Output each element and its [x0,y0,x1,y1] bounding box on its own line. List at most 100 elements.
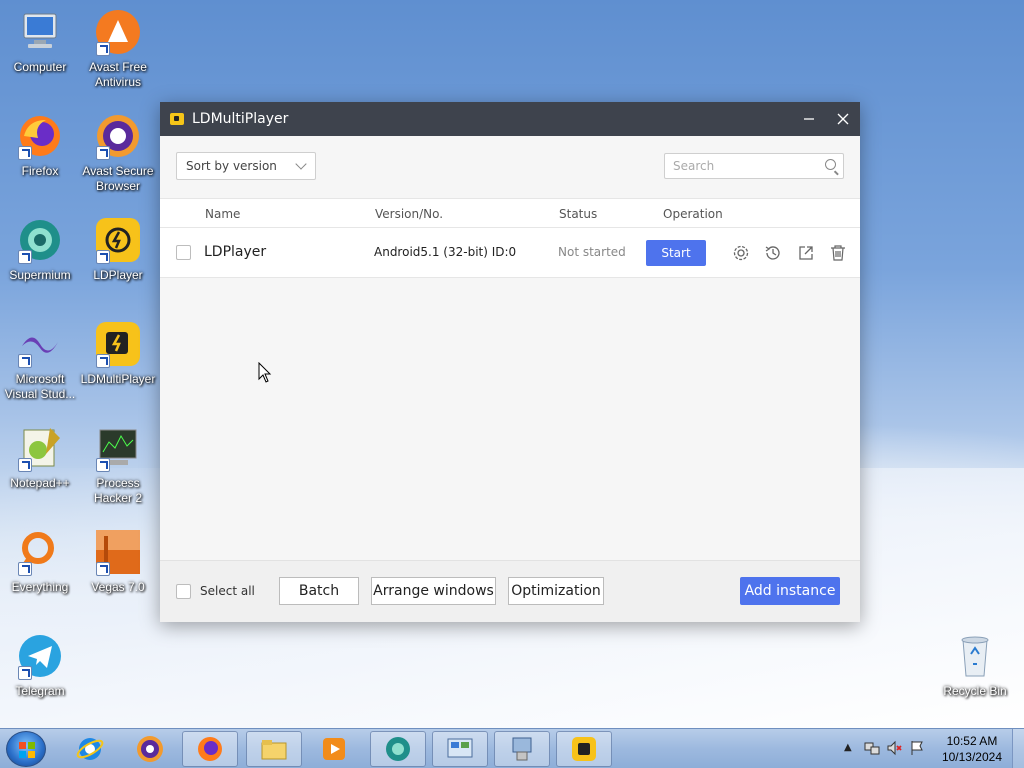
desktop-icon-label: Everything [11,580,69,594]
search-input[interactable] [665,154,815,178]
desktop-icon-label: Avast Free Antivirus [89,60,147,89]
mouse-cursor-icon [258,361,272,388]
taskbar: ▲ 10:52 AM 10/13/2024 [0,728,1024,768]
desktop-icon-avast[interactable]: Avast Free Antivirus [78,8,158,90]
system-tray: ▲ 10:52 AM 10/13/2024 [834,729,1024,768]
firefox-icon [16,112,64,160]
desktop-icon-visual-studio[interactable]: Microsoft Visual Stud... [0,320,80,402]
add-instance-button[interactable]: Add instance [740,577,840,605]
desktop-icon-telegram[interactable]: Telegram [0,632,80,699]
desktop-icon-vegas[interactable]: Vegas 7.0 [78,528,158,595]
firefox-icon [198,737,222,761]
avast-browser-icon [94,112,142,160]
column-name: Name [205,207,241,221]
desktop-icon-everything[interactable]: Everything [0,528,80,595]
desktop-icon-label: Avast Secure Browser [82,164,154,193]
desktop-icon-ldmultiplayer[interactable]: LDMultiPlayer [78,320,158,387]
arrange-windows-button[interactable]: Arrange windows [371,577,496,605]
desktop-icon-label: LDMultiPlayer [80,372,156,386]
desktop-icon-label: Computer [13,60,67,74]
desktop-icon-recycle-bin[interactable]: Recycle Bin [935,632,1015,699]
instance-status: Not started [558,245,626,259]
select-all-checkbox[interactable] [176,584,191,599]
process-hacker-icon [94,424,142,472]
volume-muted-icon[interactable] [886,740,902,760]
taskbar-internet-explorer[interactable] [62,731,118,767]
avast-browser-icon [137,736,163,762]
desktop-icon-label: Notepad++ [10,476,70,490]
media-player-icon [323,738,345,760]
desktop-icon-label: Process Hacker 2 [93,476,143,505]
action-center-flag-icon[interactable] [910,740,924,760]
row-checkbox[interactable] [176,245,191,260]
desktop-icon-avast-browser[interactable]: Avast Secure Browser [78,112,158,194]
close-icon [837,113,849,125]
desktop-icon-computer[interactable]: Computer [0,8,80,75]
window-titlebar[interactable]: LDMultiPlayer [160,102,860,136]
taskbar-file-explorer[interactable] [246,731,302,767]
taskbar-firefox[interactable] [182,731,238,767]
visual-studio-icon [16,320,64,368]
windows-logo-icon [19,742,35,758]
start-button[interactable]: Start [646,240,706,266]
desktop-icon-supermium[interactable]: Supermium [0,216,80,283]
desktop-icon-firefox[interactable]: Firefox [0,112,80,179]
chevron-down-icon [295,158,307,170]
select-all-label[interactable]: Select all [200,584,255,598]
clock[interactable]: 10:52 AM 10/13/2024 [942,733,1002,765]
taskbar-ldmultiplayer[interactable] [556,731,612,767]
desktop-icon-label: Telegram [15,684,65,698]
desktop-icon-label: Recycle Bin [943,684,1007,698]
taskbar-control-panel[interactable] [432,731,488,767]
ldmultiplayer-icon [572,737,596,761]
batch-button[interactable]: Batch [279,577,359,605]
telegram-icon [16,632,64,680]
instance-version: Android5.1 (32-bit) ID:0 [374,245,517,259]
settings-gear-icon[interactable] [732,244,750,262]
shortcut-export-icon[interactable] [797,244,815,262]
control-panel-icon [447,738,473,758]
desktop-icon-label: Microsoft Visual Stud... [4,372,76,401]
sort-dropdown[interactable]: Sort by version [176,152,316,180]
desktop-icon-label: Supermium [9,268,71,282]
window-footer: Select all Batch Arrange windows Optimiz… [160,560,860,622]
instance-list-area [160,278,860,560]
desktop-icon-process-hacker[interactable]: Process Hacker 2 [78,424,158,506]
search-box [664,153,844,179]
taskbar-supermium[interactable] [370,731,426,767]
everything-icon [16,528,64,576]
taskbar-avast-browser[interactable] [122,731,178,767]
show-desktop-button[interactable] [1012,729,1024,768]
close-button[interactable] [826,102,860,136]
computer-icon [16,8,64,56]
toolbar: Sort by version [160,136,860,198]
minimize-button[interactable] [792,102,826,136]
recycle-bin-icon [951,632,999,680]
taskbar-media-player[interactable] [306,731,362,767]
sort-dropdown-label: Sort by version [186,159,277,173]
desktop-icon-notepadpp[interactable]: Notepad++ [0,424,80,491]
avast-icon [94,8,142,56]
app-logo-icon [170,113,184,125]
supermium-icon [16,216,64,264]
optimization-button[interactable]: Optimization [508,577,604,605]
taskbar-network-tool[interactable] [494,731,550,767]
desktop-icon-label: LDPlayer [93,268,143,282]
table-row[interactable]: LDPlayer Android5.1 (32-bit) ID:0 Not st… [160,228,860,278]
column-operation: Operation [663,207,723,221]
clock-date: 10/13/2024 [941,750,1002,764]
window-title: LDMultiPlayer [192,111,289,127]
search-icon[interactable] [825,159,836,170]
clock-time: 10:52 AM [946,734,998,748]
desktop-icon-ldplayer[interactable]: LDPlayer [78,216,158,283]
network-tool-icon [512,737,532,761]
show-hidden-icons-icon[interactable]: ▲ [844,742,852,753]
backup-history-icon[interactable] [764,244,782,262]
desktop-icon-label: Firefox [21,164,59,178]
internet-explorer-icon [76,738,104,760]
supermium-icon [386,737,410,761]
delete-trash-icon[interactable] [829,244,847,262]
start-button[interactable] [6,731,46,767]
ldplayer-icon [94,216,142,264]
network-icon[interactable] [864,740,880,760]
